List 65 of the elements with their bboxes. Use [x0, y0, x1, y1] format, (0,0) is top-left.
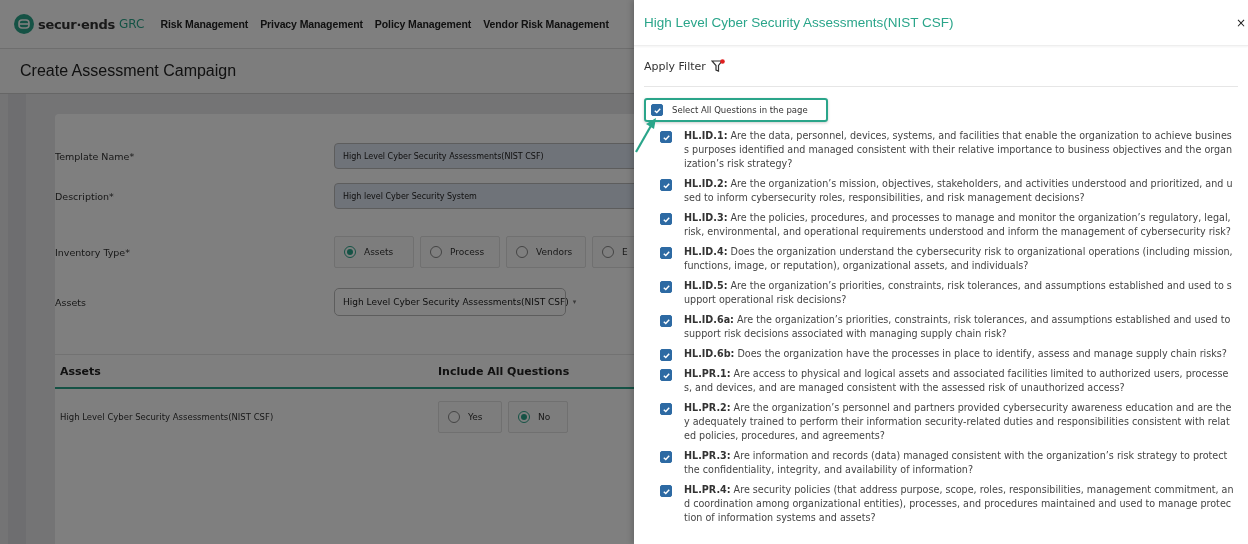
- checkbox[interactable]: [660, 131, 672, 143]
- checkbox[interactable]: [660, 315, 672, 327]
- input-field[interactable]: High level Cyber Security System: [334, 183, 634, 209]
- brand-name: secur·ends: [38, 16, 115, 32]
- checkbox[interactable]: [660, 247, 672, 259]
- field-label: Inventory Type*: [55, 246, 131, 258]
- radio-button[interactable]: [516, 246, 528, 258]
- nav-item[interactable]: Policy Management: [374, 18, 472, 30]
- option-label: Yes: [468, 412, 483, 422]
- radio-option[interactable]: Vendors: [506, 236, 586, 268]
- radio-option[interactable]: Process: [420, 236, 500, 268]
- radio-option[interactable]: E: [592, 236, 634, 268]
- radio-button[interactable]: [430, 246, 442, 258]
- column-header: Assets: [59, 364, 102, 378]
- select-all-option[interactable]: Select All Questions in the page: [644, 98, 828, 122]
- arrow: [635, 118, 656, 153]
- table-cell-text: High Level Cyber Security Assessments(NIST CSF): [59, 412, 275, 422]
- checkbox[interactable]: [660, 349, 672, 361]
- column-header: Include All Questions: [438, 364, 570, 378]
- input-field[interactable]: High Level Cyber Security Assessments(NIST CSF): [334, 143, 634, 169]
- nav-item[interactable]: Privacy Management: [260, 18, 363, 30]
- checkbox[interactable]: [660, 451, 672, 463]
- radio-button[interactable]: [448, 411, 460, 423]
- field-label: Assets: [55, 296, 87, 308]
- brand-suffix: GRC: [119, 17, 145, 31]
- filter-label[interactable]: Apply Filter: [644, 59, 706, 73]
- question-text: HL.PR.3: Are information and records (data) managed consistent with the organization’s risk strategy to protect the confidentiality, integrity, and availability of information?: [684, 449, 1229, 477]
- page-title: Create Assessment Campaign: [20, 62, 237, 80]
- radio-button[interactable]: [518, 411, 530, 423]
- drawer-title: High Level Cyber Security Assessments(NIST CSF): [644, 15, 954, 30]
- logo-icon: [14, 14, 34, 34]
- question-text: HL.ID.2: Are the organization’s mission, objectives, stakeholders, and activities understood and prioritized, and used to inform cybersecurity roles, responsibilities, and risk management decisions?: [684, 177, 1234, 205]
- field-label: Description*: [55, 190, 115, 202]
- question-text: HL.ID.4: Does the organization understand the cybersecurity risk to organizational operations (including mission, functions, image, or reputation), organizational assets, and individuals?: [684, 245, 1234, 273]
- option-label: Vendors: [536, 247, 573, 257]
- question-text: HL.ID.6b: Does the organization have the processes in place to identify, assess and manage supply chain risks?: [684, 347, 1227, 361]
- checkbox[interactable]: [660, 369, 672, 381]
- question-text: HL.PR.1: Are access to physical and logical assets and associated facilities limited to authorized users, processes, and devices, and are managed consistent with the assessed risk of unauthorized access?: [684, 367, 1230, 395]
- checkbox[interactable]: [660, 281, 672, 293]
- option-label: Assets: [364, 247, 394, 257]
- radio-option[interactable]: Assets: [334, 236, 414, 268]
- radio-option[interactable]: No: [508, 401, 568, 433]
- nav-item[interactable]: Risk Management: [160, 18, 249, 30]
- question-text: HL.ID.1: Are the data, personnel, devices, systems, and facilities that enable the organization to achieve business purposes identified and managed consistent with their relative importance to business objectives and the organization’s risk strategy?: [684, 129, 1234, 171]
- checkbox[interactable]: [651, 104, 663, 116]
- close-button[interactable]: ×: [1235, 15, 1246, 30]
- option-label: No: [538, 412, 551, 422]
- question-text: HL.PR.2: Are the organization’s personnel and partners provided cybersecurity awareness education and are they adequately trained to perform their information security-related duties and responsibilities consistent with related policies, procedures, and agreements?: [684, 401, 1233, 443]
- option-label: Process: [450, 247, 485, 257]
- checkbox[interactable]: [660, 485, 672, 497]
- question-text: HL.ID.3: Are the policies, procedures, and processes to manage and monitor the organization’s regulatory, legal, risk, environmental, and operational requirements understood and inform the management of cybersecurity risk?: [684, 211, 1232, 239]
- checkbox[interactable]: [660, 213, 672, 225]
- question-text: HL.PR.4: Are security policies (that address purpose, scope, roles, responsibilities, management commitment, and coordination among organizational entities), processes, and procedures maintained and used to manage protection of information systems and assets?: [684, 483, 1234, 525]
- option-label: Select All Questions in the page: [672, 105, 808, 115]
- question-text: HL.ID.6a: Are the organization’s priorities, constraints, risk tolerances, and assumptions established and used to support risk decisions associated with managing supply chain risk?: [684, 313, 1232, 341]
- checkbox[interactable]: [660, 179, 672, 191]
- radio-option[interactable]: Yes: [438, 401, 502, 433]
- checkbox[interactable]: [660, 403, 672, 415]
- nav-item[interactable]: Vendor Risk Management: [483, 18, 609, 30]
- radio-button[interactable]: [344, 246, 356, 258]
- question-text: HL.ID.5: Are the organization’s priorities, constraints, risk tolerances, and assumptions established and used to support operational risk decisions?: [684, 279, 1233, 307]
- option-label: E: [622, 247, 628, 257]
- radio-button[interactable]: [602, 246, 614, 258]
- filter-icon[interactable]: [710, 59, 725, 73]
- field-label: Template Name*: [55, 150, 136, 162]
